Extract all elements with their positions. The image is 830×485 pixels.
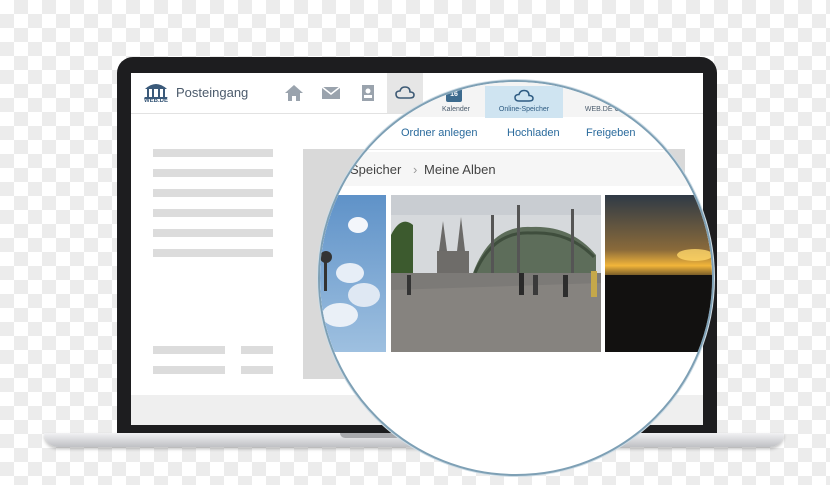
home-icon[interactable] bbox=[283, 83, 305, 103]
placeholder-line bbox=[241, 346, 273, 354]
placeholder-line bbox=[153, 169, 273, 177]
logo-text: WEB.DE bbox=[144, 98, 168, 104]
placeholder-line bbox=[153, 149, 273, 157]
album-photo-cathedral-bridge[interactable] bbox=[391, 195, 601, 352]
nav-item-online-speicher-label: Online-Speicher bbox=[498, 106, 550, 113]
placeholder-line bbox=[153, 209, 273, 217]
create-folder-button[interactable]: Ordner anlegen bbox=[401, 127, 477, 139]
breadcrumb-current: Meine Alben bbox=[424, 162, 496, 177]
share-button[interactable]: Freigeben bbox=[586, 127, 636, 139]
album-photo-sunset[interactable] bbox=[605, 195, 712, 352]
online-speicher-cloud-icon bbox=[514, 89, 534, 102]
calendar-badge: 16 bbox=[446, 88, 462, 102]
placeholder-line bbox=[153, 366, 225, 374]
nav-item-webde-cloud[interactable]: WEB.DE Cl bbox=[568, 86, 638, 118]
placeholder-line bbox=[153, 249, 273, 257]
placeholder-line bbox=[241, 366, 273, 374]
inbox-label[interactable]: Posteingang bbox=[176, 85, 248, 100]
breadcrumb-separator: › bbox=[413, 162, 418, 177]
breadcrumb-parent[interactable]: Speicher bbox=[350, 162, 401, 177]
placeholder-line bbox=[153, 189, 273, 197]
placeholder-line bbox=[153, 229, 273, 237]
nav-item-kalender-label: Kalender bbox=[441, 106, 471, 113]
album-photo-sky[interactable] bbox=[320, 195, 386, 352]
placeholder-line bbox=[153, 346, 225, 354]
upload-button[interactable]: Hochladen bbox=[507, 127, 560, 139]
nav-item-online-speicher[interactable]: Online-Speicher bbox=[485, 86, 563, 118]
magnifier-lens: Kalender 16 Online-Speicher WEB.DE Cl Or… bbox=[318, 80, 714, 476]
nav-item-partial[interactable] bbox=[397, 86, 422, 118]
nav-item-webde-cloud-label: WEB.DE Cl bbox=[584, 106, 622, 113]
